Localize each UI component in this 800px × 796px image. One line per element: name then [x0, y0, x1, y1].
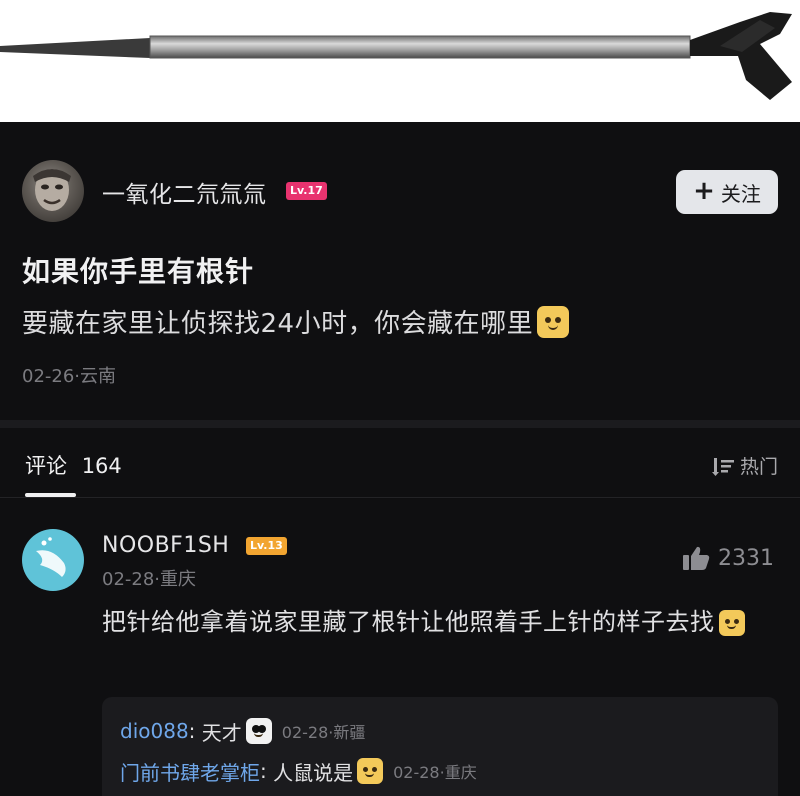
comments-header: 评论 164 热门 — [0, 428, 800, 498]
reply-colon: : — [188, 719, 202, 743]
cat-emoji — [357, 758, 384, 784]
comment-count: 164 — [81, 454, 122, 478]
section-divider — [0, 420, 800, 428]
avatar[interactable] — [22, 160, 84, 222]
commenter-level-badge: Lv.13 — [246, 537, 287, 555]
cat-emoji — [718, 610, 745, 636]
reply-user[interactable]: dio088 — [120, 719, 189, 743]
reply-colon: : — [260, 759, 274, 783]
comment-meta: 02-28·重庆 — [102, 569, 197, 590]
replies-box[interactable]: dio088 : 天才 02-28·新疆 门前书肆老掌柜 : 人鼠说是 02-2… — [102, 697, 778, 796]
post-body-text: 要藏在家里让侦探找24小时，你会藏在哪里 — [22, 309, 534, 339]
post: 一氧化二氘氚氚 Lv.17 + 关注 如果你手里有根针 要藏在家里让侦探找24小… — [0, 122, 800, 420]
needle-image — [0, 12, 792, 100]
reply-text: 人鼠说是 — [273, 760, 354, 785]
active-tab-indicator — [25, 493, 76, 497]
reply-item[interactable]: 门前书肆老掌柜 : 人鼠说是 02-28·重庆 — [120, 751, 760, 791]
post-title: 如果你手里有根针 — [22, 255, 255, 288]
reply-meta: 02-28·重庆 — [393, 763, 477, 782]
level-badge: Lv.17 — [286, 182, 327, 200]
comment-text: 把针给他拿着说家里藏了根针让他照着手上针的样子去找 — [102, 601, 772, 643]
thumb-up-icon — [683, 546, 710, 570]
commenter-name[interactable]: NOOBF1SH — [102, 533, 229, 558]
author-row: 一氧化二氘氚氚 Lv.17 + 关注 — [22, 160, 778, 224]
like-button[interactable]: 2331 — [682, 545, 774, 571]
post-meta: 02-26·云南 — [22, 366, 117, 387]
author-name[interactable]: 一氧化二氘氚氚 — [102, 175, 267, 209]
comment-body: 把针给他拿着说家里藏了根针让他照着手上针的样子去找 — [102, 608, 715, 636]
sort-dropdown[interactable]: 热门 — [711, 452, 778, 479]
follow-label: 关注 — [720, 181, 761, 206]
fish-avatar-icon — [36, 537, 66, 577]
cat-emoji — [537, 305, 570, 338]
follow-button[interactable]: + 关注 — [676, 170, 778, 214]
like-count: 2331 — [718, 545, 774, 571]
reply-user[interactable]: 门前书肆老掌柜 — [120, 757, 260, 786]
reply-item[interactable]: dio088 : 天才 02-28·新疆 — [120, 711, 760, 751]
commenter-avatar[interactable] — [22, 529, 84, 591]
sort-icon — [711, 457, 734, 476]
avatar-face-icon — [33, 169, 71, 211]
sort-label: 热门 — [739, 456, 778, 478]
panda-emoji — [245, 718, 272, 744]
tab-comments-label: 评论 — [25, 454, 67, 478]
header-image[interactable] — [0, 0, 800, 122]
post-body: 要藏在家里让侦探找24小时，你会藏在哪里 — [22, 303, 570, 340]
reply-text: 天才 — [201, 720, 242, 745]
comment-item: NOOBF1SH Lv.13 02-28·重庆 2331 把针给他拿着说家里藏了… — [0, 499, 800, 796]
plus-icon: + — [693, 175, 715, 206]
tab-comments[interactable]: 评论 164 — [25, 450, 122, 480]
reply-meta: 02-28·新疆 — [281, 723, 366, 742]
